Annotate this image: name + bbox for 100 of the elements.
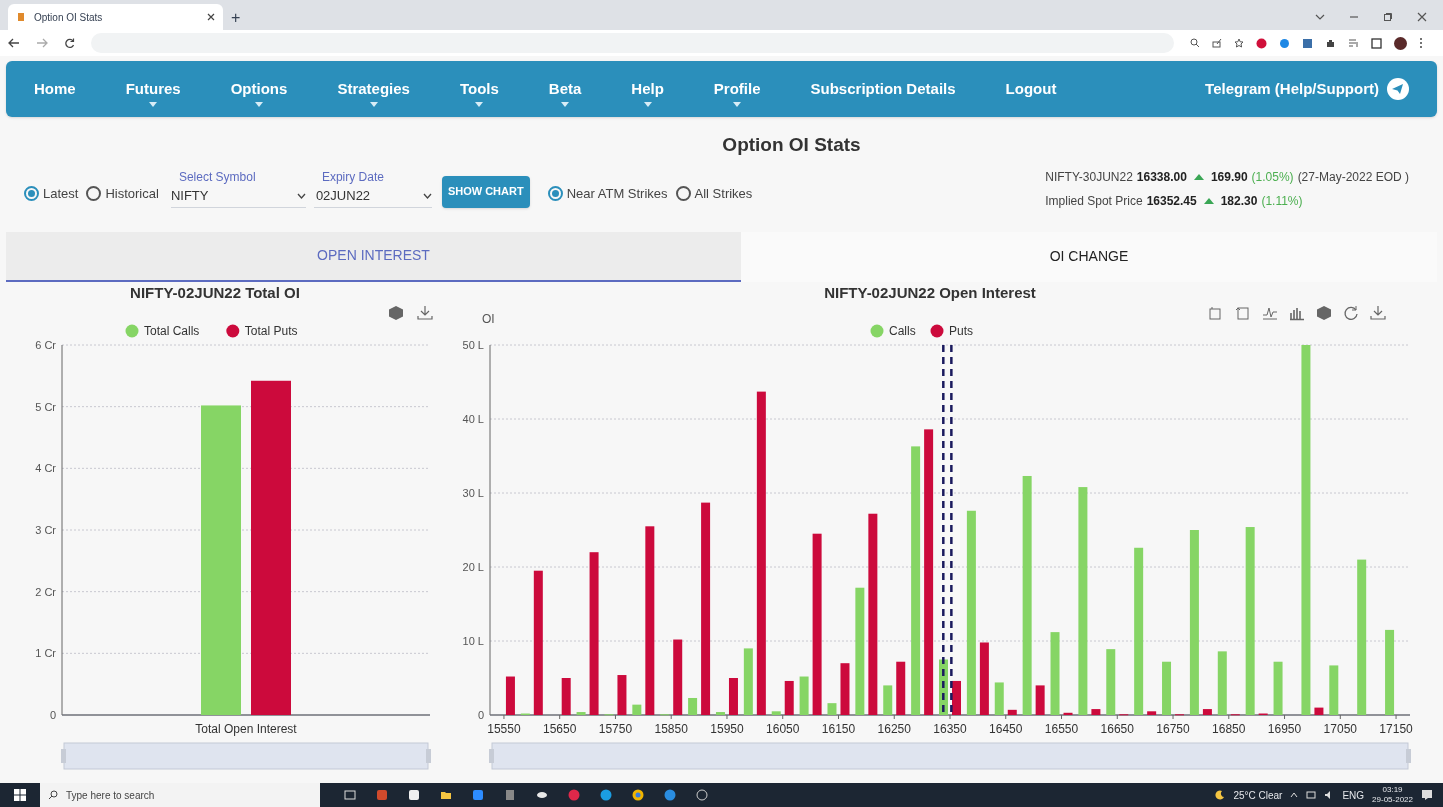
calculator-icon[interactable]	[504, 789, 516, 801]
weather-text[interactable]: 25°C Clear	[1233, 787, 1283, 803]
show-chart-button[interactable]: SHOW CHART	[441, 175, 530, 208]
network-icon[interactable]	[1306, 790, 1317, 800]
cube-icon[interactable]	[1317, 305, 1331, 320]
range-slider[interactable]	[489, 742, 1411, 769]
bar	[1063, 712, 1073, 715]
up-triangle-icon	[1203, 197, 1214, 204]
axis-label: 16350	[933, 721, 967, 736]
task-view-icon[interactable]	[344, 789, 356, 801]
menu-icon[interactable]	[1419, 37, 1423, 49]
browser-icon[interactable]	[632, 789, 644, 801]
caret-icon	[475, 102, 484, 107]
close-icon[interactable]	[1417, 12, 1427, 22]
nav-link[interactable]: Beta	[548, 71, 582, 107]
extension-icon[interactable]	[1256, 37, 1267, 49]
new-tab-button[interactable]: +	[231, 10, 241, 26]
app-icon[interactable]	[408, 789, 420, 801]
nav-link[interactable]: Strategies	[337, 71, 410, 107]
radio-button[interactable]	[24, 186, 39, 201]
nav-link[interactable]: Options	[230, 71, 288, 107]
legend-label[interactable]: Puts	[949, 323, 973, 338]
minimize-icon[interactable]	[1349, 13, 1359, 21]
nav-link[interactable]: Logout	[1005, 80, 1057, 98]
axis-label: 6 Cr	[35, 338, 56, 351]
nav-link[interactable]: Futures	[125, 71, 181, 107]
taskbar-search-field[interactable]: Type here to search	[40, 783, 320, 807]
chart-title: NIFTY-02JUN22 Open Interest	[824, 283, 1036, 301]
telegram-link[interactable]: Telegram (Help/Support)	[1205, 77, 1409, 101]
axis-label: Total Open Interest	[195, 721, 297, 736]
clock-date[interactable]: 29-05-2022	[1372, 795, 1413, 805]
tab[interactable]: OPEN INTEREST	[6, 231, 741, 282]
bar	[576, 711, 586, 715]
line-chart-icon[interactable]	[1262, 307, 1278, 319]
radio-button[interactable]	[675, 186, 691, 201]
nav-link[interactable]: Help	[631, 71, 664, 107]
chevron-down-icon[interactable]	[1315, 13, 1325, 21]
browser-tab[interactable]: Option OI Stats	[8, 4, 223, 30]
undo-crop-icon[interactable]	[1235, 307, 1249, 319]
quote-change-percent: (1.11%)	[1261, 192, 1303, 210]
zoom-icon[interactable]	[1190, 38, 1200, 48]
expiry-select[interactable]: 02JUN22	[313, 185, 432, 208]
paper-plane-icon	[1387, 78, 1409, 100]
legend-marker[interactable]	[870, 324, 884, 337]
chevron-up-icon[interactable]	[1290, 792, 1299, 798]
axis-label: 16550	[1044, 721, 1079, 736]
search-placeholder: Type here to search	[66, 788, 155, 803]
avatar-icon[interactable]	[1394, 36, 1407, 50]
axis-label: 16250	[877, 721, 911, 736]
clock-time[interactable]: 03:19	[1382, 785, 1403, 795]
app-icon[interactable]	[536, 789, 548, 801]
axis-label: 16150	[821, 721, 856, 736]
extension-icon[interactable]	[1279, 37, 1290, 49]
axis-label: 5 Cr	[35, 400, 56, 413]
bar	[505, 676, 515, 715]
restore-icon[interactable]	[1383, 12, 1393, 22]
extension-icon[interactable]	[1302, 37, 1313, 49]
browser-icon[interactable]	[600, 789, 612, 801]
app-icon[interactable]	[696, 789, 708, 801]
bar	[1007, 709, 1017, 715]
range-slider[interactable]	[61, 742, 431, 769]
bar	[1147, 710, 1157, 715]
chevron-down-icon	[422, 193, 432, 199]
bar-chart-icon[interactable]	[1289, 306, 1305, 320]
windows-start-icon[interactable]	[14, 789, 26, 801]
bar	[728, 677, 738, 715]
nav-link[interactable]: Home	[34, 80, 76, 98]
legend-marker[interactable]	[226, 324, 240, 337]
close-icon[interactable]	[207, 13, 215, 21]
folder-icon[interactable]	[440, 789, 452, 801]
back-icon[interactable]	[8, 38, 20, 48]
reload-icon[interactable]	[64, 37, 75, 49]
legend-marker[interactable]	[930, 324, 944, 337]
chart-title: NIFTY-02JUN22 Total OI	[130, 283, 300, 301]
legend-label[interactable]: Total Calls	[144, 323, 200, 338]
cube-icon[interactable]	[389, 305, 403, 320]
download-icon[interactable]	[417, 304, 433, 320]
radio-button[interactable]	[547, 186, 563, 201]
notification-icon[interactable]	[1421, 789, 1433, 801]
nav-link[interactable]: Subscription Details	[810, 80, 956, 98]
bar	[1329, 664, 1339, 715]
radio-label: Near ATM Strikes	[566, 184, 668, 203]
legend-marker[interactable]	[125, 324, 139, 337]
axis-label: 16650	[1100, 721, 1134, 736]
language-indicator[interactable]: ENG	[1342, 787, 1365, 803]
share-icon[interactable]	[1212, 38, 1222, 48]
radio-button[interactable]	[86, 186, 102, 201]
nav-link[interactable]: Tools	[459, 71, 499, 107]
axis-label: 16450	[989, 721, 1023, 736]
axis-label: 0	[477, 708, 484, 721]
axis-label: 15750	[598, 721, 633, 736]
star-icon[interactable]	[1234, 38, 1244, 48]
crop-icon[interactable]	[1209, 306, 1221, 319]
nav-link[interactable]: Profile	[713, 71, 761, 107]
download-icon[interactable]	[1370, 304, 1386, 320]
refresh-icon[interactable]	[1344, 305, 1358, 320]
legend-label[interactable]: Calls	[889, 323, 916, 338]
symbol-select[interactable]: NIFTY	[170, 185, 306, 208]
side-panel-icon[interactable]	[1371, 37, 1382, 49]
legend-label[interactable]: Total Puts	[244, 323, 298, 338]
